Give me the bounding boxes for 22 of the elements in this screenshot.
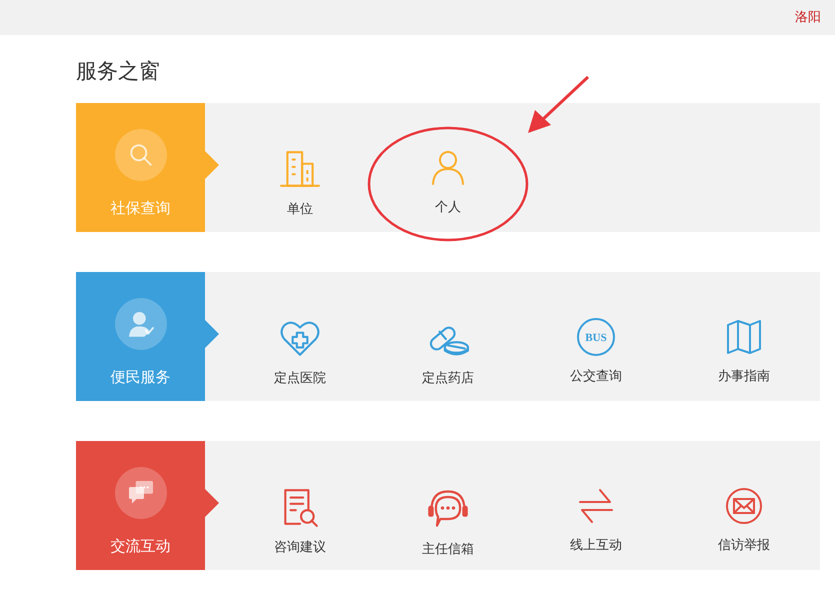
category-label: 交流互动 bbox=[110, 536, 170, 556]
category-tile[interactable]: 交流互动 bbox=[76, 440, 205, 570]
service-link[interactable]: 定点药店 bbox=[422, 316, 474, 388]
icon-text: BUS bbox=[585, 332, 607, 344]
service-link[interactable]: 咨询建议 bbox=[274, 486, 326, 557]
pointer-arrow bbox=[205, 320, 219, 348]
page-title: 服务之窗 bbox=[76, 58, 161, 85]
service-link[interactable]: 定点医院 bbox=[274, 316, 326, 388]
pointer-arrow bbox=[205, 488, 219, 516]
annotation-arrow bbox=[528, 75, 590, 132]
service-link[interactable]: 办事指南 bbox=[718, 316, 770, 386]
category-label: 社保查询 bbox=[110, 198, 170, 218]
service-link[interactable]: 信访举报 bbox=[718, 486, 770, 555]
envelope-icon bbox=[724, 486, 764, 526]
service-link[interactable]: BUS 公交查询 bbox=[570, 316, 622, 386]
service-link[interactable]: 主任信箱 bbox=[422, 486, 474, 559]
service-link[interactable]: 个人 bbox=[428, 148, 468, 217]
category-label: 便民服务 bbox=[110, 366, 170, 388]
service-link[interactable]: 单位 bbox=[279, 148, 321, 219]
city-link[interactable]: 洛阳 bbox=[795, 8, 821, 28]
pointer-arrow bbox=[205, 150, 219, 178]
service-link[interactable]: 线上互动 bbox=[570, 486, 622, 555]
